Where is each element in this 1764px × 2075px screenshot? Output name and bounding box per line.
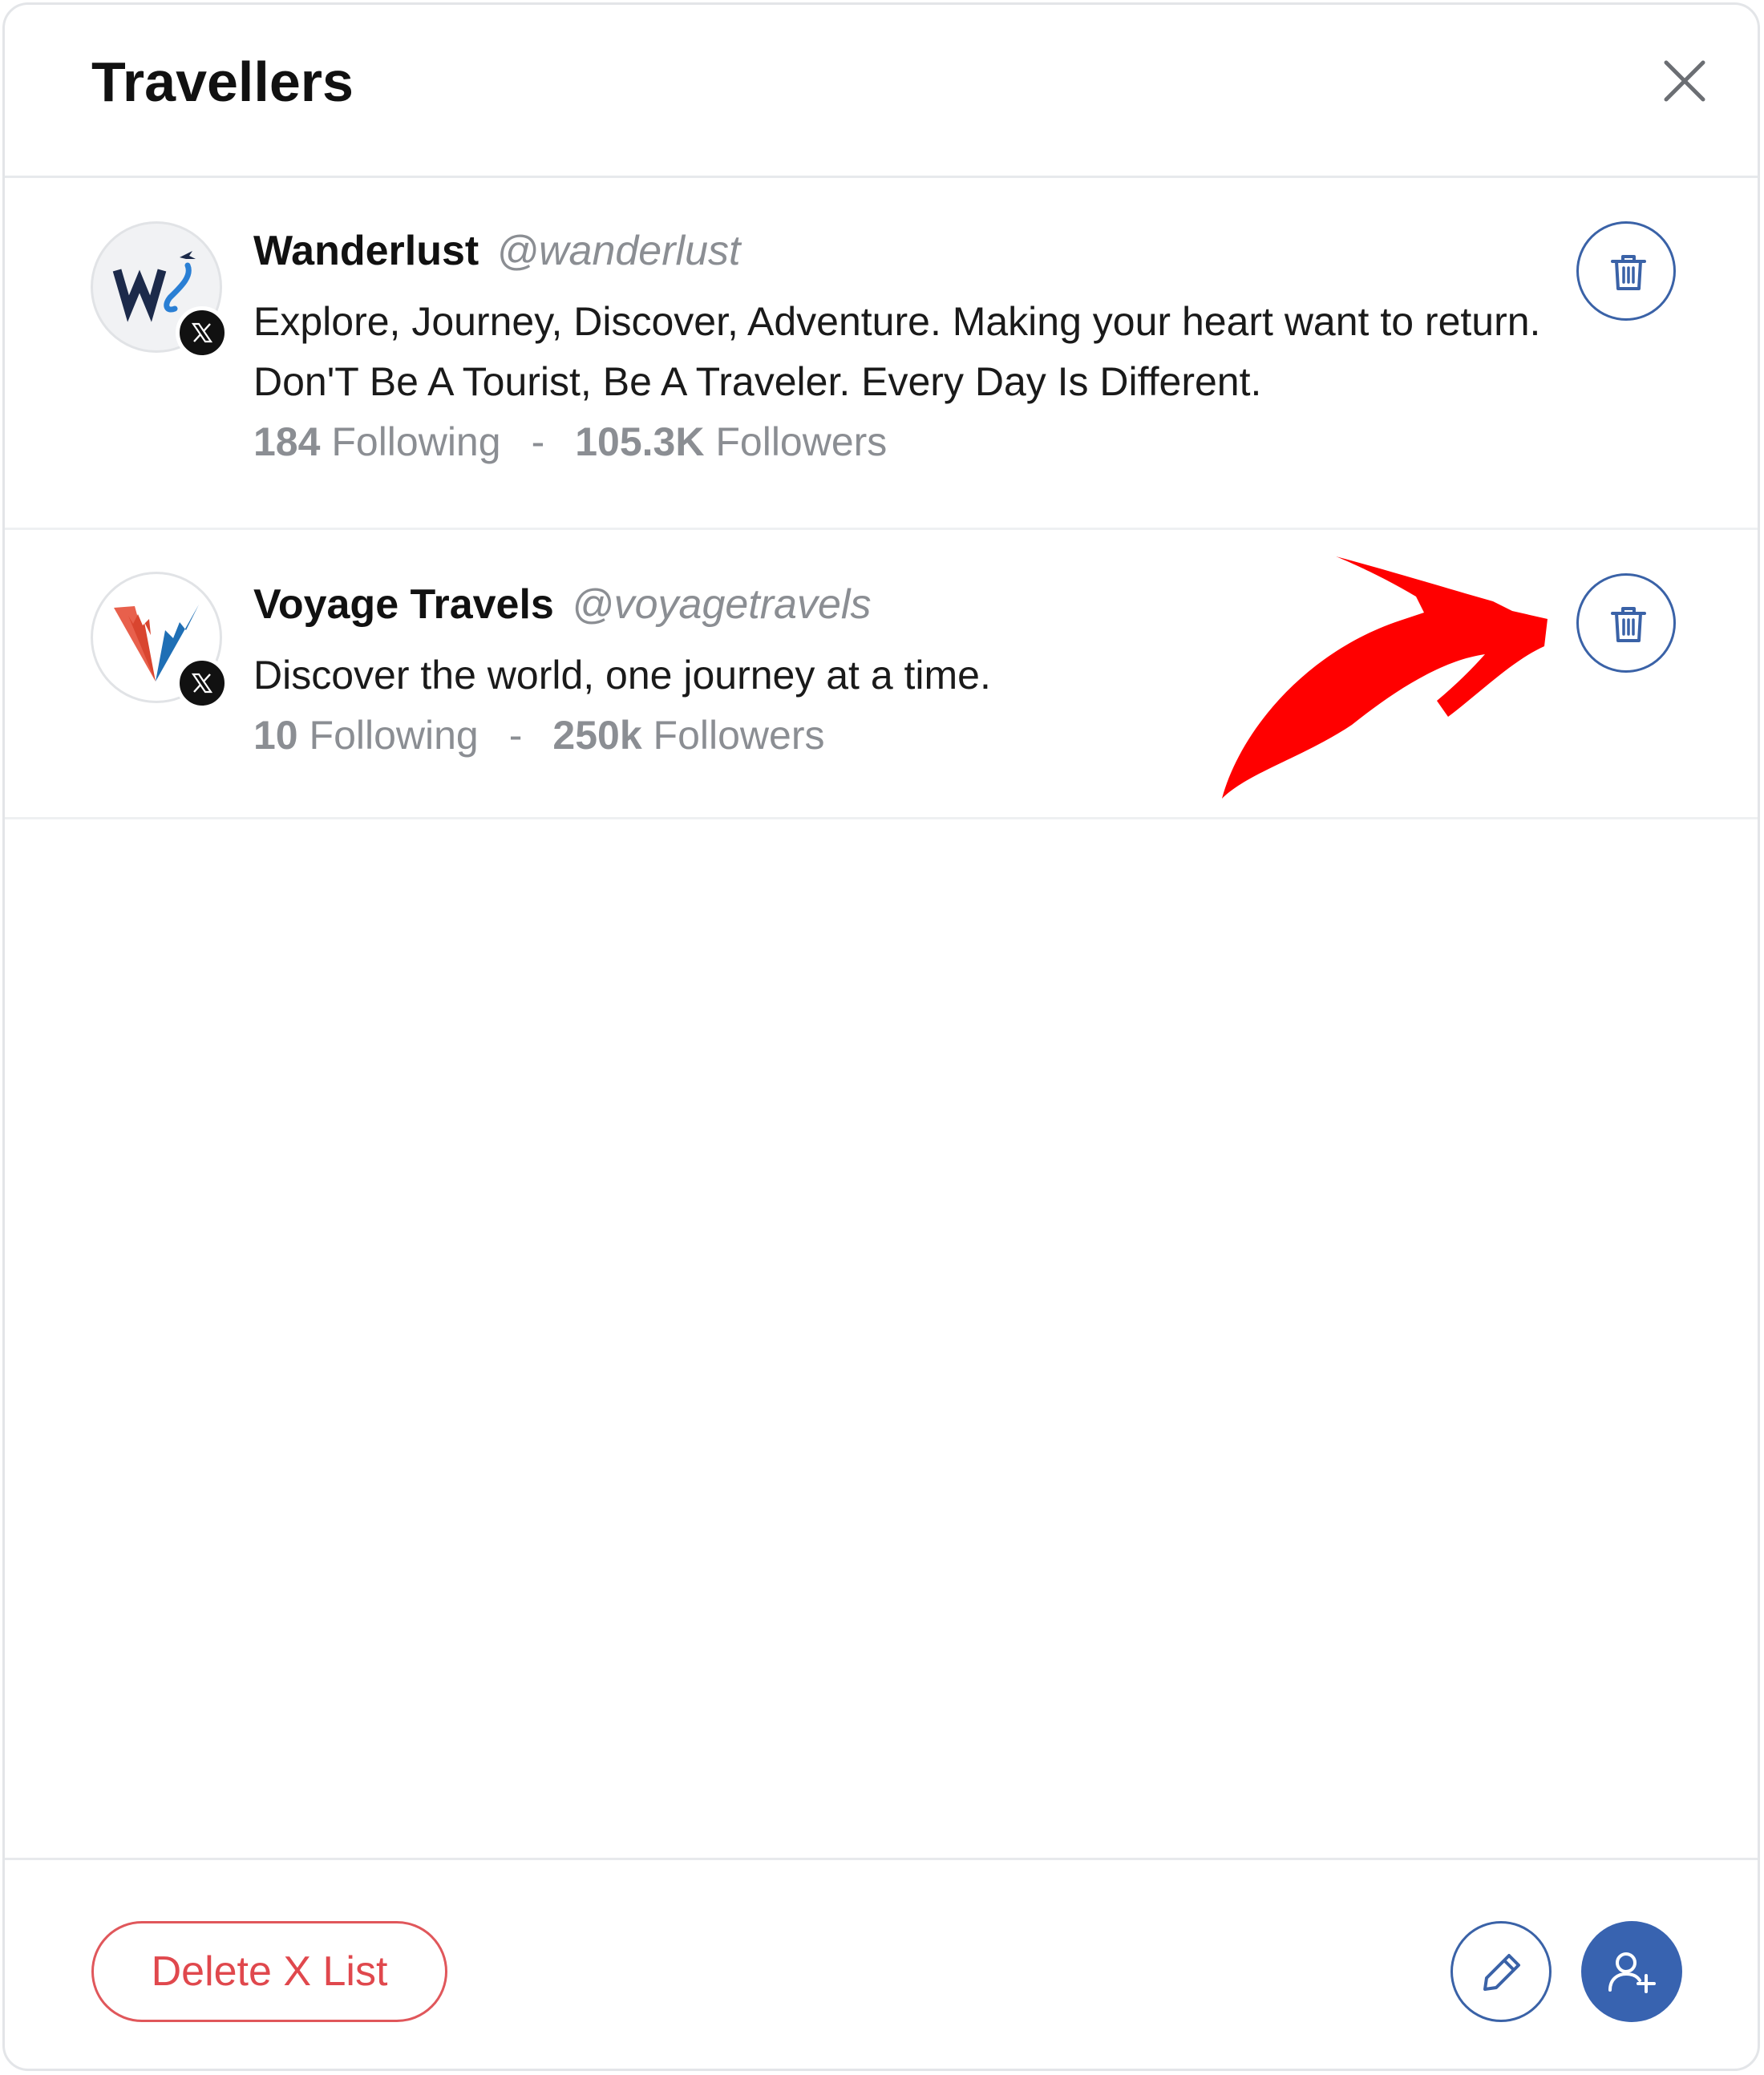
followers-label: Followers <box>653 713 825 758</box>
edit-list-button[interactable] <box>1450 1921 1552 2022</box>
following-label: Following <box>331 419 501 464</box>
travellers-dialog: Travellers Wanderlust @wanderlust Explor… <box>2 2 1760 2071</box>
trash-icon <box>1611 255 1646 290</box>
x-badge <box>176 657 229 710</box>
member-stats: 10 Following -250k Followers <box>253 707 1549 763</box>
avatar <box>91 572 229 710</box>
stats-separator: - <box>531 419 545 464</box>
member-handle[interactable]: @wanderlust <box>496 228 740 274</box>
member-name[interactable]: Wanderlust <box>253 228 479 274</box>
x-logo-icon <box>191 322 213 343</box>
followers-count: 250k <box>552 713 642 758</box>
member-info: Wanderlust @wanderlust Explore, Journey, … <box>253 226 1549 470</box>
close-icon <box>1664 60 1705 102</box>
member-name[interactable]: Voyage Travels <box>253 581 554 628</box>
dialog-footer: Delete X List <box>5 1858 1758 2069</box>
delete-list-button[interactable]: Delete X List <box>91 1921 447 2022</box>
member-bio: Discover the world, one journey at a tim… <box>253 653 991 698</box>
trash-icon <box>1611 607 1646 642</box>
dialog-header: Travellers <box>5 5 1758 178</box>
member-handle[interactable]: @voyagetravels <box>572 581 872 628</box>
following-count: 184 <box>253 419 321 464</box>
followers-label: Followers <box>715 419 888 464</box>
x-badge <box>176 306 229 359</box>
remove-member-button[interactable] <box>1576 573 1676 673</box>
x-logo-icon <box>191 673 213 694</box>
avatar <box>91 221 229 359</box>
add-member-button[interactable] <box>1581 1921 1682 2022</box>
following-label: Following <box>309 713 479 758</box>
following-count: 10 <box>253 713 298 758</box>
list-item: Voyage Travels @voyagetravels Discover th… <box>5 530 1758 819</box>
member-info: Voyage Travels @voyagetravels Discover th… <box>253 580 1549 763</box>
stats-separator: - <box>508 713 523 758</box>
list-item: Wanderlust @wanderlust Explore, Journey, … <box>5 178 1758 530</box>
close-button[interactable] <box>1657 53 1713 109</box>
dialog-title: Travellers <box>91 51 354 113</box>
followers-count: 105.3K <box>575 419 705 464</box>
member-stats: 184 Following -105.3K Followers <box>253 414 1549 470</box>
remove-member-button[interactable] <box>1576 221 1676 321</box>
pencil-icon <box>1483 1954 1520 1991</box>
member-bio: Explore, Journey, Discover, Adventure. M… <box>253 299 1541 404</box>
add-user-icon <box>1608 1952 1656 1993</box>
